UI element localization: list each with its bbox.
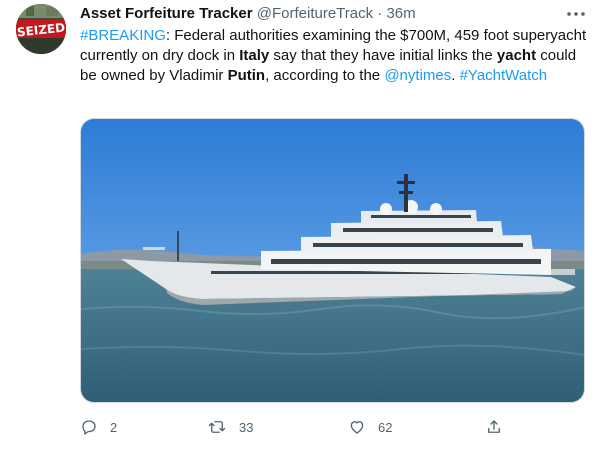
reply-count: 2	[110, 419, 118, 435]
like-count: 62	[378, 419, 393, 435]
tweet-bold-text: Putin	[227, 67, 266, 84]
tweet-link[interactable]: #YachtWatch	[460, 67, 548, 84]
avatar[interactable]: SEIZED	[16, 4, 66, 54]
tweet-link[interactable]: @nytimes	[384, 67, 451, 84]
share-button[interactable]	[485, 418, 503, 436]
tweet-header: Asset Forfeiture Tracker @ForfeitureTrac…	[80, 4, 567, 24]
avatar-image: SEIZED	[16, 4, 66, 54]
retweet-button[interactable]: 33	[207, 418, 253, 436]
tweet-text: #BREAKING: Federal authorities examining…	[80, 26, 590, 86]
tweet-bold-text: Italy	[239, 47, 270, 64]
retweet-icon	[208, 421, 226, 433]
tweet-link[interactable]: #BREAKING	[80, 27, 166, 44]
tweet: SEIZED Asset Forfeiture Tracker @Forfeit…	[0, 0, 607, 450]
retweet-count: 33	[239, 419, 254, 435]
heart-icon	[350, 421, 364, 434]
reply-button[interactable]: 2	[80, 418, 117, 436]
tweet-bold-text: yacht	[496, 47, 537, 64]
action-bar: 2 33 62	[80, 412, 590, 442]
reply-icon	[82, 420, 96, 435]
share-icon	[488, 420, 500, 433]
yacht-photo	[81, 119, 584, 402]
tweet-media[interactable]	[80, 118, 585, 403]
tweet-text-segment: say that they have initial links the	[269, 47, 497, 64]
separator-dot: ·	[377, 5, 383, 22]
more-button[interactable]	[565, 4, 587, 24]
display-name[interactable]: Asset Forfeiture Tracker	[80, 5, 253, 22]
like-button[interactable]: 62	[348, 418, 392, 436]
tweet-text-segment: , according to the	[265, 67, 385, 84]
timestamp[interactable]: 36m	[386, 5, 415, 22]
user-handle[interactable]: @ForfeitureTrack	[257, 5, 373, 22]
tweet-text-segment: .	[451, 67, 460, 84]
more-dots-icon	[567, 12, 585, 16]
